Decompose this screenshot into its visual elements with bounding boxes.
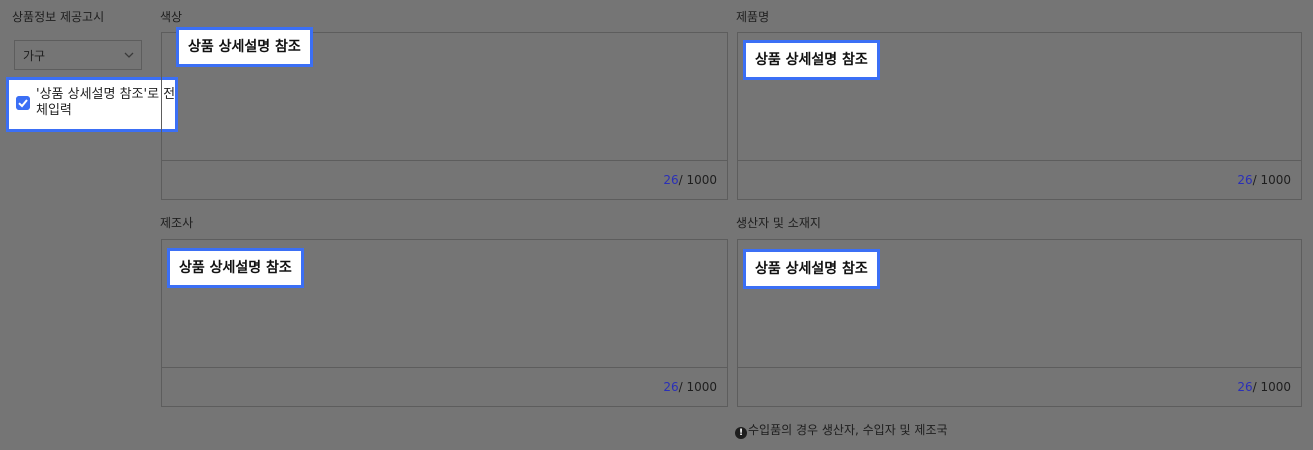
- char-count: 26: [663, 173, 679, 187]
- color-value: 상품 상세설명 참조: [176, 27, 313, 67]
- field-label-color: 색상: [160, 10, 183, 24]
- char-counter: 26/ 1000: [663, 173, 717, 187]
- category-select[interactable]: 가구: [14, 40, 142, 70]
- import-notice: ! 수입품의 경우 생산자, 수입자 및 제조국: [735, 421, 948, 439]
- field-divider: [162, 367, 727, 368]
- char-max: / 1000: [1252, 380, 1291, 394]
- info-icon: !: [735, 427, 747, 439]
- bulk-fill-label: '상품 상세설명 참조'로 전체입력: [36, 87, 176, 118]
- bulk-fill-checkbox[interactable]: '상품 상세설명 참조'로 전체입력: [6, 77, 178, 132]
- char-count: 26: [1237, 173, 1253, 187]
- field-label-product-name: 제품명: [736, 10, 770, 24]
- category-select-value: 가구: [23, 49, 46, 63]
- char-max: / 1000: [678, 173, 717, 187]
- import-notice-text: 수입품의 경우 생산자, 수입자 및 제조국: [748, 423, 948, 437]
- field-divider: [738, 367, 1301, 368]
- field-divider: [738, 160, 1301, 161]
- producer-location-value: 상품 상세설명 참조: [743, 249, 880, 289]
- char-counter: 26/ 1000: [663, 380, 717, 394]
- field-label-producer-location: 생산자 및 소재지: [736, 216, 821, 230]
- char-max: / 1000: [1252, 173, 1291, 187]
- char-counter: 26/ 1000: [1237, 173, 1291, 187]
- manufacturer-value: 상품 상세설명 참조: [167, 248, 304, 288]
- char-count: 26: [663, 380, 679, 394]
- field-divider: [162, 160, 727, 161]
- field-label-manufacturer: 제조사: [160, 216, 194, 230]
- checkbox-checked-icon[interactable]: [16, 96, 30, 110]
- product-name-value: 상품 상세설명 참조: [743, 40, 880, 80]
- info-notice-title: 상품정보 제공고시: [12, 10, 105, 24]
- char-max: / 1000: [678, 380, 717, 394]
- chevron-down-icon: [124, 52, 134, 58]
- char-count: 26: [1237, 380, 1253, 394]
- char-counter: 26/ 1000: [1237, 380, 1291, 394]
